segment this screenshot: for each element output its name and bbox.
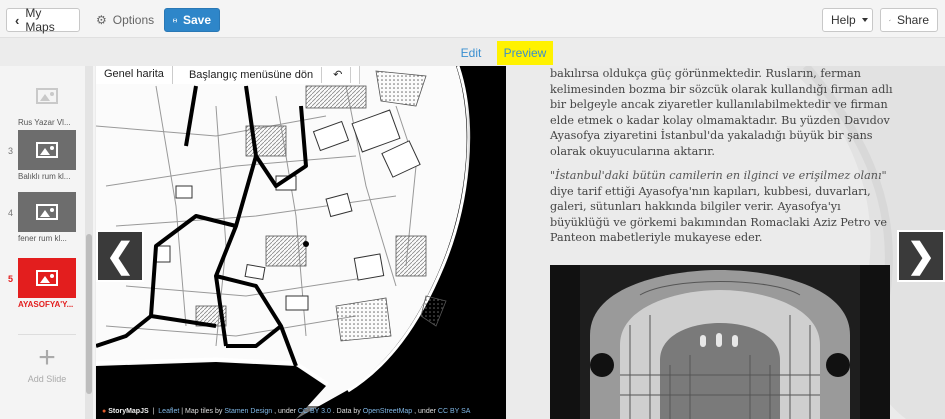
- chevron-left-icon: ‹: [15, 12, 20, 28]
- osm-link[interactable]: OpenStreetMap: [363, 408, 412, 415]
- slide-thumbnail-active[interactable]: 5 AYASOFYA'Y...: [0, 258, 92, 320]
- save-button[interactable]: Save: [164, 8, 220, 32]
- slide-list-sidebar: Rus Yazar Vl... 3 Balıklı rum kl... 4 fe…: [0, 66, 95, 419]
- story-paragraph: "İstanbul'daki bütün camilerin en ilginc…: [550, 169, 888, 244]
- sidebar-scrollbar-thumb[interactable]: [86, 234, 92, 394]
- story-text: bakılırsa oldukça güç görünmektedir. Rus…: [550, 66, 894, 255]
- cc-by-sa-link[interactable]: CC BY SA: [438, 408, 471, 415]
- options-button[interactable]: ⚙ Options: [87, 8, 157, 32]
- top-toolbar: ‹ My Maps ⚙ Options Save Help Share: [0, 0, 945, 38]
- story-quote: "İstanbul'daki bütün camilerin en ilginc…: [550, 169, 887, 182]
- share-button[interactable]: Share: [880, 8, 938, 32]
- slide-thumbnail[interactable]: Rus Yazar Vl...: [0, 76, 92, 138]
- caret-down-icon: [861, 18, 868, 22]
- sidebar-divider: [18, 334, 76, 335]
- image-placeholder-icon: [36, 88, 58, 104]
- plus-icon: +: [38, 341, 56, 374]
- map-overview-button[interactable]: Genel harita: [96, 66, 173, 84]
- my-maps-button[interactable]: ‹ My Maps: [6, 6, 80, 34]
- gear-icon: ⚙: [96, 13, 107, 27]
- help-dropdown-button[interactable]: Help: [822, 8, 873, 32]
- story-paragraph: bakılırsa oldukça güç görünmektedir. Rus…: [550, 67, 893, 158]
- floppy-disk-icon: [173, 18, 177, 22]
- map-marker-icon: [303, 241, 309, 247]
- image-placeholder-icon: [36, 142, 58, 158]
- tab-preview[interactable]: Preview: [497, 41, 553, 65]
- chevron-right-icon: ❯: [906, 237, 936, 275]
- story-text-panel: bakılırsa oldukça güç görünmektedir. Rus…: [506, 66, 945, 419]
- story-preview: Genel harita Başlangıç menüsüne dön ↶ ● …: [96, 66, 945, 419]
- previous-slide-button[interactable]: ❮: [96, 230, 144, 282]
- next-slide-button[interactable]: ❯: [897, 230, 945, 282]
- image-placeholder-icon: [36, 270, 58, 286]
- leaflet-link[interactable]: Leaflet: [158, 408, 179, 415]
- chevron-left-icon: ❮: [105, 237, 135, 275]
- map-home-button[interactable]: Başlangıç menüsüne dön ↶: [173, 66, 361, 84]
- return-arrow-icon: ↶: [325, 67, 352, 83]
- image-placeholder-icon: [36, 204, 58, 220]
- tab-edit[interactable]: Edit: [455, 41, 487, 65]
- share-icon: [889, 19, 891, 21]
- map-panel[interactable]: Genel harita Başlangıç menüsüne dön ↶ ● …: [96, 66, 506, 419]
- map-attribution: ● StoryMapJS | Leaflet | Map tiles by St…: [96, 406, 506, 419]
- slide-image: [18, 130, 76, 170]
- stamen-link[interactable]: Stamen Design: [224, 408, 272, 415]
- hagia-sophia-interior-image: [550, 265, 890, 419]
- sidebar-scrollbar[interactable]: [85, 66, 93, 419]
- add-slide-button[interactable]: + Add Slide: [18, 341, 76, 385]
- map-control-bar: Genel harita Başlangıç menüsüne dön ↶: [96, 66, 361, 84]
- cc-by-link[interactable]: CC BY 3.0: [298, 408, 331, 415]
- slide-image: [18, 192, 76, 232]
- hagia-sophia-photo: [550, 265, 890, 419]
- slide-thumbnail[interactable]: 4 fener rum kl...: [0, 192, 92, 254]
- slide-image: [18, 258, 76, 298]
- map-tiles: [96, 66, 506, 419]
- slide-thumbnail[interactable]: 3 Balıklı rum kl...: [0, 130, 92, 192]
- storymap-logo-icon: ●: [102, 408, 107, 415]
- slide-image: [18, 76, 76, 116]
